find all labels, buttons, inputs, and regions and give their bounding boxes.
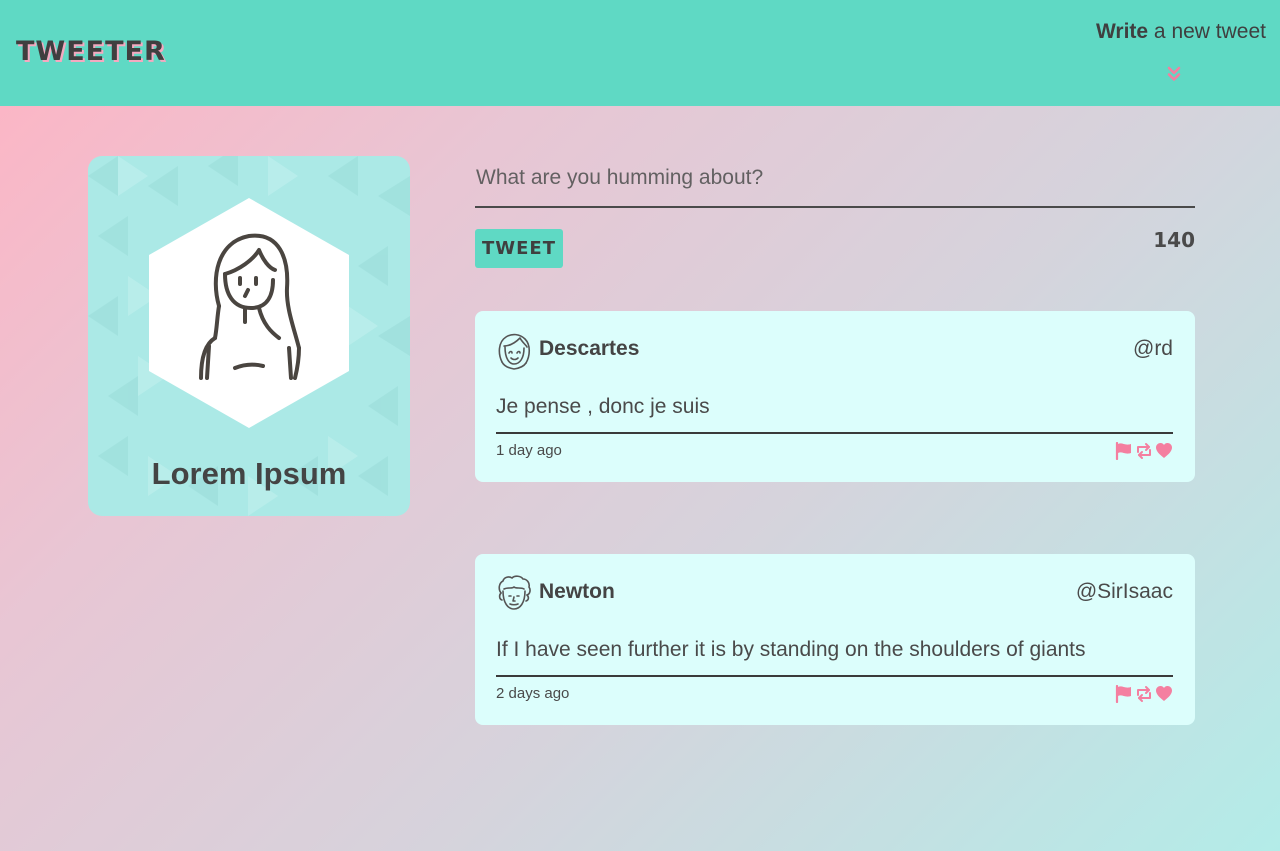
- profile-card: Lorem Ipsum: [88, 156, 410, 516]
- tweet-author: Newton: [539, 580, 615, 603]
- tweet-handle: @SirIsaac: [1075, 580, 1173, 603]
- tweet-card: Descartes @rd Je pense , donc je suis 1 …: [475, 311, 1195, 482]
- retweet-icon[interactable]: [1135, 442, 1153, 460]
- heart-icon[interactable]: [1155, 685, 1173, 703]
- tweet-author: Descartes: [539, 337, 640, 360]
- retweet-icon[interactable]: [1135, 685, 1153, 703]
- flag-icon[interactable]: [1115, 442, 1133, 460]
- tweet-actions: [1115, 685, 1173, 703]
- heart-icon[interactable]: [1155, 442, 1173, 460]
- tweet-content: If I have seen further it is by standing…: [496, 638, 1086, 661]
- write-bold-label: Write: [1095, 20, 1149, 43]
- tweet-card: Newton @SirIsaac If I have seen further …: [475, 554, 1195, 725]
- brand-logo[interactable]: TWEETER: [16, 34, 166, 70]
- tweet-handle: @rd: [1133, 337, 1173, 360]
- tweet-input[interactable]: [475, 150, 1195, 208]
- tweet-divider: [496, 675, 1173, 677]
- newton-avatar-icon: [498, 575, 531, 610]
- character-counter: 140: [1153, 228, 1195, 252]
- tweet-divider: [496, 432, 1173, 434]
- write-new-tweet-toggle[interactable]: Write a new tweet: [1066, 18, 1266, 88]
- tweet-timestamp: 1 day ago: [496, 442, 562, 459]
- profile-name: Lorem Ipsum: [151, 456, 347, 491]
- new-tweet-label: a new tweet: [1148, 20, 1266, 43]
- tweet-actions: [1115, 442, 1173, 460]
- descartes-avatar-icon: [498, 333, 531, 370]
- navbar: TWEETER Write a new tweet: [0, 0, 1280, 106]
- flag-icon[interactable]: [1115, 685, 1133, 703]
- tweet-timestamp: 2 days ago: [496, 685, 570, 702]
- tweet-button[interactable]: TWEET: [475, 229, 563, 268]
- write-new-tweet-label[interactable]: Write a new tweet: [1096, 18, 1266, 46]
- tweet-content: Je pense , donc je suis: [496, 395, 710, 418]
- user-avatar-icon: [149, 198, 349, 428]
- double-chevron-down-icon[interactable]: [1167, 66, 1181, 82]
